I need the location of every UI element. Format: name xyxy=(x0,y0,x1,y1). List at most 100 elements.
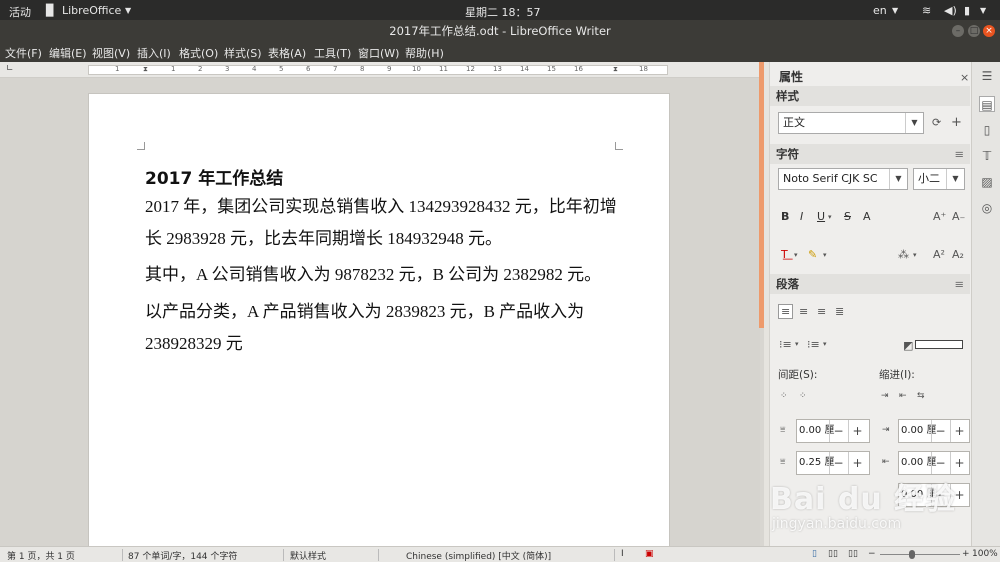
align-justify-icon[interactable]: ≣ xyxy=(835,305,844,318)
chevron-down-icon[interactable]: ▾ xyxy=(913,251,917,259)
chevron-down-icon[interactable]: ▾ xyxy=(828,213,832,221)
wifi-icon[interactable]: ≋ xyxy=(922,4,931,17)
indent-marker-icon[interactable]: ⧗ xyxy=(613,65,618,74)
language-indicator[interactable]: en xyxy=(873,4,887,17)
document-heading[interactable]: 2017 年工作总结 xyxy=(145,164,283,189)
activities-button[interactable]: 活动 xyxy=(9,4,31,20)
background-color-icon[interactable]: ◩ xyxy=(903,339,913,352)
clock[interactable]: 星期二 18：57 xyxy=(465,4,541,20)
chevron-down-icon[interactable]: ▾ xyxy=(794,251,798,259)
chevron-down-icon[interactable]: ▾ xyxy=(823,340,827,348)
superscript-icon[interactable]: A² xyxy=(933,248,945,261)
grow-font-icon[interactable]: A⁺ xyxy=(933,210,946,223)
menu-file[interactable]: 文件(F) xyxy=(5,45,42,61)
numbered-list-icon[interactable]: ⁝≡ xyxy=(807,338,820,351)
indent-marker-icon[interactable]: ⧗ xyxy=(143,65,148,74)
plus-icon[interactable]: + xyxy=(950,420,968,442)
align-right-icon[interactable]: ≡ xyxy=(817,305,826,318)
menu-edit[interactable]: 编辑(E) xyxy=(49,45,87,61)
paragraph-style-select[interactable]: 正文 ▼ xyxy=(778,112,924,134)
background-color-swatch[interactable] xyxy=(915,340,963,349)
tab-stop-icon[interactable]: ∟ xyxy=(6,64,14,74)
chevron-down-icon[interactable]: ▾ xyxy=(823,251,827,259)
decrease-spacing-icon[interactable]: ⁘ xyxy=(799,391,807,401)
new-style-icon[interactable]: + xyxy=(951,115,962,130)
chevron-down-icon[interactable]: ▼ xyxy=(980,6,986,15)
book-view-icon[interactable]: ▯▯ xyxy=(848,549,858,559)
properties-tab-icon[interactable]: ▤ xyxy=(979,96,995,112)
align-center-icon[interactable]: ≡ xyxy=(799,305,808,318)
character-spacing-icon[interactable]: ⁂ xyxy=(898,248,909,261)
update-style-icon[interactable]: ⟳ xyxy=(932,116,941,129)
page-count[interactable]: 第 1 页，共 1 页 xyxy=(7,549,75,562)
page-style[interactable]: 默认样式 xyxy=(290,549,326,562)
document-area[interactable]: 2017 年工作总结 2017 年，集团公司实现总销售收入 1342939284… xyxy=(0,78,760,546)
section-styles-header[interactable]: 样式 xyxy=(770,86,970,106)
single-page-view-icon[interactable]: ▯ xyxy=(812,549,817,559)
font-size-select[interactable]: 小二 ▼ xyxy=(913,168,965,190)
volume-icon[interactable]: ◀) xyxy=(944,4,957,17)
horizontal-ruler[interactable]: 1 ⧗ 1 2 3 4 5 6 7 8 9 10 11 12 13 14 15 … xyxy=(88,65,668,75)
section-paragraph-header[interactable]: 段落 ≡ xyxy=(770,274,970,294)
chevron-down-icon[interactable]: ▼ xyxy=(905,113,923,133)
minus-icon[interactable]: − xyxy=(829,420,847,442)
underline-icon[interactable]: U xyxy=(817,210,825,223)
menu-window[interactable]: 窗口(W) xyxy=(358,45,399,61)
menu-help[interactable]: 帮助(H) xyxy=(405,45,444,61)
app-menu-icon[interactable]: ▉ xyxy=(46,4,54,17)
subscript-icon[interactable]: A₂ xyxy=(952,248,964,261)
chevron-down-icon[interactable]: ▼ xyxy=(889,169,907,189)
shadow-icon[interactable]: A xyxy=(863,210,871,223)
zoom-in-icon[interactable]: + xyxy=(962,549,970,559)
close-icon[interactable]: × xyxy=(983,25,995,37)
sidebar-close-button[interactable]: × xyxy=(960,71,969,84)
document-page[interactable]: 2017 年工作总结 2017 年，集团公司实现总销售收入 1342939284… xyxy=(88,93,670,546)
align-left-icon[interactable]: ≡ xyxy=(778,304,794,319)
app-menu-label[interactable]: LibreOffice xyxy=(62,4,121,17)
menu-insert[interactable]: 插入(I) xyxy=(137,45,171,61)
sidebar-settings-icon[interactable]: ☰ xyxy=(979,68,995,84)
section-character-header[interactable]: 字符 ≡ xyxy=(770,144,970,164)
strikethrough-icon[interactable]: S xyxy=(844,210,851,223)
chevron-down-icon[interactable]: ▼ xyxy=(946,169,964,189)
document-paragraph[interactable]: 2017 年，集团公司实现总销售收入 134293928432 元，比年初增长 … xyxy=(145,191,625,255)
page-tab-icon[interactable]: ▯ xyxy=(979,122,995,138)
increase-indent-icon[interactable]: ⇥ xyxy=(881,391,889,401)
menu-tools[interactable]: 工具(T) xyxy=(314,45,351,61)
document-paragraph[interactable]: 以产品分类，A 产品销售收入为 2839823 元，B 产品收入为 238928… xyxy=(145,296,615,360)
word-count[interactable]: 87 个单词/字，144 个字符 xyxy=(128,549,237,562)
menu-format[interactable]: 格式(O) xyxy=(179,45,218,61)
document-modified-icon[interactable]: ▣ xyxy=(645,549,654,559)
italic-icon[interactable]: I xyxy=(800,210,803,223)
navigator-tab-icon[interactable]: ◎ xyxy=(979,200,995,216)
more-options-icon[interactable]: ≡ xyxy=(954,274,964,294)
shrink-font-icon[interactable]: A₋ xyxy=(952,210,965,223)
plus-icon[interactable]: + xyxy=(848,420,866,442)
zoom-level[interactable]: 100% xyxy=(972,549,998,559)
menu-view[interactable]: 视图(V) xyxy=(92,45,130,61)
battery-icon[interactable]: ▮ xyxy=(964,4,970,17)
menu-styles[interactable]: 样式(S) xyxy=(224,45,262,61)
document-paragraph[interactable]: 其中，A 公司销售收入为 9878232 元，B 公司为 2382982 元。 xyxy=(145,259,625,291)
highlight-icon[interactable]: ✎ xyxy=(808,248,817,261)
spacing-above-field[interactable]: 0.00 厘 − + xyxy=(796,419,870,443)
chevron-down-icon[interactable]: ▾ xyxy=(795,340,799,348)
minimize-icon[interactable]: – xyxy=(952,25,964,37)
styles-tab-icon[interactable]: 𝕋 xyxy=(979,148,995,164)
menu-table[interactable]: 表格(A) xyxy=(268,45,306,61)
minus-icon[interactable]: − xyxy=(931,420,949,442)
hanging-indent-icon[interactable]: ⇆ xyxy=(917,391,925,401)
insert-mode-icon[interactable]: I xyxy=(621,549,624,559)
maximize-icon[interactable]: □ xyxy=(968,25,980,37)
font-name-select[interactable]: Noto Serif CJK SC ▼ xyxy=(778,168,908,190)
font-color-icon[interactable]: T͟ xyxy=(781,248,788,261)
bullet-list-icon[interactable]: ⁝≡ xyxy=(779,338,792,351)
decrease-indent-icon[interactable]: ⇤ xyxy=(899,391,907,401)
zoom-slider-thumb[interactable] xyxy=(909,550,915,559)
language-status[interactable]: Chinese (simplified) [中文 (简体)] xyxy=(406,549,551,562)
bold-icon[interactable]: B xyxy=(781,210,789,223)
multi-page-view-icon[interactable]: ▯▯ xyxy=(828,549,838,559)
indent-before-field[interactable]: 0.00 厘 − + xyxy=(898,419,970,443)
gallery-tab-icon[interactable]: ▨ xyxy=(979,174,995,190)
increase-spacing-icon[interactable]: ⁘ xyxy=(780,391,788,401)
